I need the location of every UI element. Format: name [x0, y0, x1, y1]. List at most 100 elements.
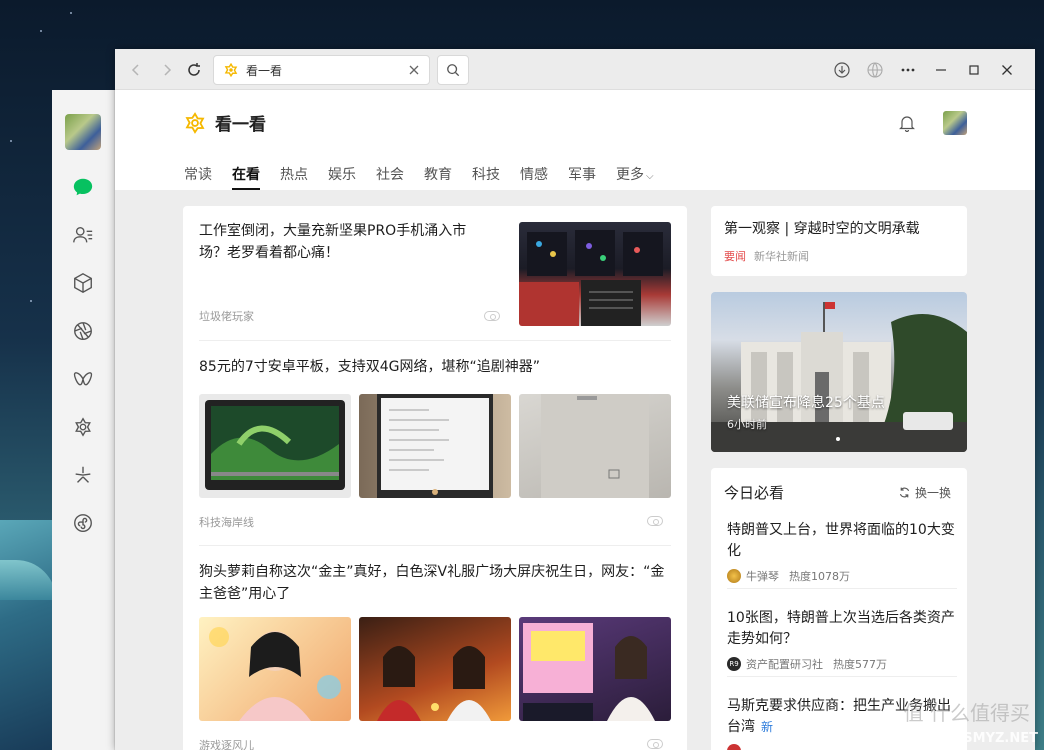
- article-title[interactable]: 工作室倒闭，大量充新坚果PRO手机涌入市场？老罗看着都心痛！: [199, 220, 489, 264]
- header-avatar[interactable]: [943, 111, 967, 135]
- article-thumbnail[interactable]: [519, 222, 671, 326]
- girl-birthday-photo: [377, 646, 491, 721]
- watermark-text: SMYZ.NET: [963, 731, 1038, 746]
- news-banner[interactable]: 美联储宣布降息25个基点 6小时前: [711, 292, 967, 452]
- news-tag: 要闻: [724, 250, 746, 263]
- hot-item-heat: 热度1078万: [789, 570, 850, 583]
- article-source: 垃圾佬玩家: [199, 310, 254, 323]
- tab-redian[interactable]: 热点: [280, 164, 308, 190]
- big-screen-photo: [523, 623, 655, 721]
- article-thumbnail[interactable]: [359, 394, 511, 498]
- search-sparkle-icon[interactable]: [70, 462, 96, 488]
- more-options-button[interactable]: [898, 60, 918, 80]
- download-icon: [834, 62, 850, 78]
- forward-button[interactable]: [156, 59, 178, 81]
- maximize-icon: [969, 65, 979, 75]
- desktop-star: [40, 30, 42, 32]
- maximize-button[interactable]: [964, 60, 984, 80]
- article-thumbnail[interactable]: [359, 617, 511, 721]
- article-title[interactable]: 85元的7寸安卓平板，支持双4G网络，堪称“追剧神器”: [199, 356, 671, 378]
- dislike-icon[interactable]: [484, 311, 500, 321]
- download-button[interactable]: [832, 60, 852, 80]
- article-item[interactable]: 85元的7寸安卓平板，支持双4G网络，堪称“追剧神器” 科技海岸线: [199, 356, 671, 531]
- butterfly-icon[interactable]: [70, 366, 96, 392]
- article-item[interactable]: 狗头萝莉自称这次“金主”真好，白色深V礼服广场大屏庆祝生日，网友：“金主爸爸”用…: [199, 561, 671, 750]
- globe-icon: [867, 62, 883, 78]
- cube-icon[interactable]: [70, 270, 96, 296]
- dislike-icon[interactable]: [647, 516, 663, 526]
- tablet-video-photo: [205, 400, 345, 490]
- chevron-down-icon: ⌵: [646, 171, 654, 182]
- top-news-title[interactable]: 第一观察 | 穿越时空的文明承载: [724, 218, 920, 238]
- author-avatar: R9: [727, 657, 741, 671]
- watermark-logo: 值 什么值得买: [903, 701, 1030, 725]
- title-bar: 看一看: [115, 49, 1035, 90]
- user-avatar[interactable]: [65, 114, 101, 150]
- tab-more-label: 更多: [616, 167, 644, 183]
- tab-more[interactable]: 更多 ⌵: [616, 164, 654, 190]
- globe-button[interactable]: [865, 60, 885, 80]
- article-thumbnail[interactable]: [199, 617, 351, 721]
- hot-item-title[interactable]: 10张图，特朗普上次当选后各类资产走势如何？: [727, 608, 957, 650]
- divider: [727, 588, 957, 589]
- article-feed: 工作室倒闭，大量充新坚果PRO手机涌入市场？老罗看着都心痛！ 垃圾佬玩家 85元…: [183, 206, 687, 750]
- tab-keji[interactable]: 科技: [472, 164, 500, 190]
- refresh-icon: [899, 487, 910, 498]
- tab-shehui[interactable]: 社会: [376, 164, 404, 190]
- tab-junshi[interactable]: 军事: [568, 164, 596, 190]
- tab-yule[interactable]: 娱乐: [328, 164, 356, 190]
- desktop-wallpaper-wave: [0, 520, 60, 750]
- article-title[interactable]: 狗头萝莉自称这次“金主”真好，白色深V礼服广场大屏庆祝生日，网友：“金主爸爸”用…: [199, 561, 671, 605]
- desktop-star: [30, 300, 32, 302]
- refresh-label: 换一换: [914, 486, 951, 500]
- minimize-button[interactable]: [931, 60, 951, 80]
- new-badge: 新: [761, 720, 774, 734]
- more-dots-icon: [901, 68, 915, 72]
- look-flower-icon: [185, 112, 205, 134]
- tab-title: 看一看: [246, 63, 283, 78]
- search-button[interactable]: [437, 55, 469, 85]
- refresh-button[interactable]: [183, 59, 205, 81]
- article-source: 游戏逐风儿: [199, 739, 254, 750]
- hot-item-author: 牛弹琴: [746, 570, 779, 583]
- tab-qinggan[interactable]: 情感: [520, 164, 548, 190]
- browser-tab[interactable]: 看一看: [213, 55, 430, 85]
- tab-zaikan[interactable]: 在看: [232, 164, 260, 190]
- chat-icon[interactable]: [70, 174, 96, 200]
- close-window-button[interactable]: [997, 60, 1017, 80]
- refresh-button[interactable]: 换一换: [898, 484, 951, 501]
- article-thumbnail[interactable]: [199, 394, 351, 498]
- back-button[interactable]: [125, 59, 147, 81]
- divider: [199, 545, 671, 546]
- girl-photo: [209, 627, 341, 721]
- author-avatar: [727, 569, 741, 583]
- look-flower-icon[interactable]: [70, 414, 96, 440]
- carousel-dot[interactable]: [836, 437, 840, 441]
- category-tabs: 常读 在看 热点 娱乐 社会 教育 科技 情感 军事 更多 ⌵: [184, 164, 674, 190]
- tab-changdu[interactable]: 常读: [184, 164, 212, 190]
- hot-list-item[interactable]: 特朗普又上台，世界将面临的10大变化 牛弹琴 热度1078万: [727, 520, 957, 584]
- news-source: 新华社新闻: [754, 250, 809, 263]
- top-news-card[interactable]: 第一观察 | 穿越时空的文明承载 要闻 新华社新闻: [711, 206, 967, 276]
- page-title: 看一看: [215, 115, 266, 135]
- moments-aperture-icon[interactable]: [70, 318, 96, 344]
- tab-jiaoyu[interactable]: 教育: [424, 164, 452, 190]
- article-thumbnail[interactable]: [519, 394, 671, 498]
- phones-photo: [519, 230, 663, 326]
- hot-list-item[interactable]: 10张图，特朗普上次当选后各类资产走势如何？ R9 资产配置研习社 热度577万: [727, 608, 957, 672]
- mini-program-icon[interactable]: [70, 510, 96, 536]
- hot-item-title[interactable]: 特朗普又上台，世界将面临的10大变化: [727, 520, 957, 562]
- desktop-star: [70, 12, 72, 14]
- article-thumbnail[interactable]: [519, 617, 671, 721]
- article-item[interactable]: 工作室倒闭，大量充新坚果PRO手机涌入市场？老罗看着都心痛！ 垃圾佬玩家: [199, 220, 671, 330]
- article-source: 科技海岸线: [199, 516, 254, 529]
- app-sidebar: [52, 90, 115, 750]
- dislike-icon[interactable]: [647, 739, 663, 749]
- close-icon[interactable]: [407, 63, 421, 77]
- contacts-icon[interactable]: [70, 222, 96, 248]
- banner-title[interactable]: 美联储宣布降息25个基点: [727, 392, 885, 412]
- page-header: 看一看 常读 在看 热点 娱乐 社会 教育 科技 情感 军事 更多 ⌵: [115, 90, 1035, 190]
- content-area: 工作室倒闭，大量充新坚果PRO手机涌入市场？老罗看着都心痛！ 垃圾佬玩家 85元…: [115, 190, 1035, 750]
- divider: [727, 676, 957, 677]
- notification-bell-icon[interactable]: [899, 114, 915, 132]
